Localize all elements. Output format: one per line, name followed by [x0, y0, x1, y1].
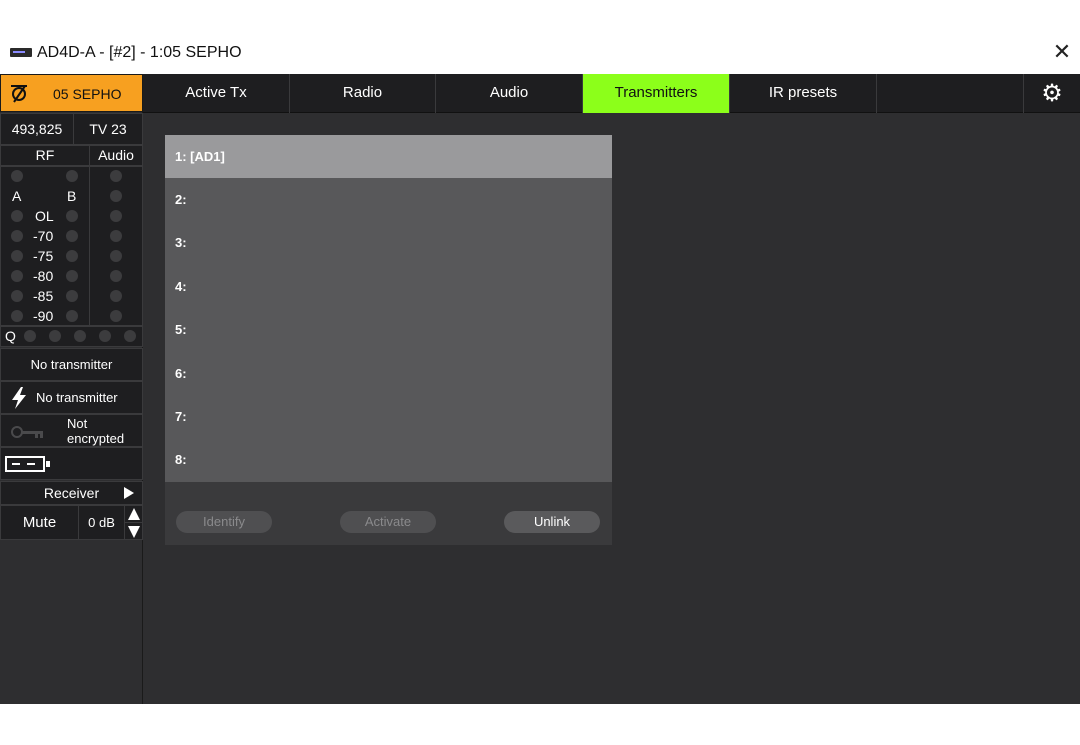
gain-up-button[interactable] — [124, 505, 143, 523]
tab-transmitters[interactable]: Transmitters — [583, 74, 730, 113]
battery-row — [0, 447, 143, 480]
tv-channel-display: TV 23 — [73, 113, 143, 145]
app-icon — [10, 48, 32, 57]
transmitter-slot-5[interactable]: 5: — [165, 308, 612, 351]
audio-led — [110, 210, 122, 222]
channel-header[interactable]: 05 SEPHO — [0, 74, 143, 112]
channel-sidebar: 05 SEPHO 493,825 TV 23 RF Audio A B OL -… — [0, 74, 143, 704]
rf-scale-label: -90 — [33, 308, 54, 324]
power-status-text: No transmitter — [36, 390, 118, 405]
transmitter-slot-8[interactable]: 8: — [165, 438, 612, 481]
transmitter-slot-6[interactable]: 6: — [165, 352, 612, 395]
rf-led — [66, 290, 78, 302]
rf-scale-label: OL — [35, 208, 54, 224]
quality-led — [124, 330, 136, 342]
tab-radio[interactable]: Radio — [290, 74, 436, 113]
rf-led — [66, 250, 78, 262]
rf-led — [11, 210, 23, 222]
rf-led — [11, 230, 23, 242]
gain-display: 0 dB — [78, 505, 125, 540]
rf-scale-label: -70 — [33, 228, 54, 244]
rf-scale-label: -80 — [33, 268, 54, 284]
rf-header: RF — [0, 145, 90, 166]
gain-down-button[interactable] — [124, 522, 143, 540]
arrow-down-icon — [128, 526, 140, 538]
mute-button[interactable]: Mute — [0, 505, 79, 540]
audio-header: Audio — [89, 145, 143, 166]
rf-led — [11, 290, 23, 302]
rf-led — [11, 250, 23, 262]
encryption-status-line2: encrypted — [67, 431, 125, 446]
rf-scale-label: -85 — [33, 288, 54, 304]
transmitter-slot-4[interactable]: 4: — [165, 265, 612, 308]
audio-led — [110, 270, 122, 282]
play-arrow-icon — [124, 487, 134, 499]
rf-led — [66, 170, 78, 182]
gear-icon: ⚙ — [1041, 79, 1063, 107]
audio-led — [110, 230, 122, 242]
transmitter-status: No transmitter — [0, 348, 143, 381]
battery-icon — [5, 456, 50, 472]
audio-led — [110, 310, 122, 322]
tab-bar: Active Tx Radio Audio Transmitters IR pr… — [143, 74, 1080, 113]
app-window: 05 SEPHO 493,825 TV 23 RF Audio A B OL -… — [0, 74, 1080, 704]
rf-led — [66, 230, 78, 242]
rf-scale-label: -75 — [33, 248, 54, 264]
antenna-a-label: A — [12, 188, 22, 204]
transmitter-slot-3[interactable]: 3: — [165, 221, 612, 264]
power-status-row: No transmitter — [0, 381, 143, 414]
identify-button[interactable]: Identify — [176, 511, 272, 533]
receiver-label: Receiver — [43, 485, 100, 501]
rf-led — [66, 270, 78, 282]
tab-active-tx[interactable]: Active Tx — [143, 74, 290, 113]
transmitter-list: 1: [AD1] 2: 3: 4: 5: 6: 7: 8: — [165, 135, 612, 482]
transmitter-slot-2[interactable]: 2: — [165, 178, 612, 221]
unlink-button[interactable]: Unlink — [504, 511, 600, 533]
transmitter-slot-7[interactable]: 7: — [165, 395, 612, 438]
no-signal-icon — [11, 85, 27, 103]
audio-led — [110, 250, 122, 262]
frequency-display[interactable]: 493,825 — [0, 113, 74, 145]
rf-led — [11, 170, 23, 182]
encryption-status-line1: Not — [67, 416, 88, 431]
rf-led — [11, 270, 23, 282]
audio-led — [110, 290, 122, 302]
rf-meter: A B OL -70 -75 -80 -85 -90 — [0, 166, 90, 326]
lightning-icon — [12, 387, 26, 409]
audio-led — [110, 170, 122, 182]
encryption-row: Not encrypted — [0, 414, 143, 447]
activate-button[interactable]: Activate — [340, 511, 436, 533]
antenna-b-label: B — [67, 188, 77, 204]
rf-led — [66, 310, 78, 322]
audio-meter — [89, 166, 143, 326]
transmitters-panel: 1: [AD1] 2: 3: 4: 5: 6: 7: 8: Identify A… — [165, 135, 612, 545]
audio-led — [110, 190, 122, 202]
key-icon — [11, 426, 43, 438]
close-button[interactable]: ✕ — [1050, 40, 1074, 66]
title-bar: AD4D-A - [#2] - 1:05 SEPHO ✕ — [0, 40, 1080, 70]
receiver-button[interactable]: Receiver — [0, 481, 143, 505]
transmitter-slot-1[interactable]: 1: [AD1] — [165, 135, 612, 178]
quality-label: Q — [5, 328, 16, 344]
rf-led — [11, 310, 23, 322]
quality-led — [24, 330, 36, 342]
channel-name: 05 SEPHO — [53, 86, 122, 102]
arrow-up-icon — [128, 508, 140, 520]
quality-led — [99, 330, 111, 342]
rf-led — [66, 210, 78, 222]
tab-ir-presets[interactable]: IR presets — [730, 74, 877, 113]
settings-button[interactable]: ⚙ — [1023, 74, 1080, 113]
quality-led — [49, 330, 61, 342]
window-title: AD4D-A - [#2] - 1:05 SEPHO — [37, 44, 242, 61]
quality-meter: Q — [0, 326, 143, 347]
tab-audio[interactable]: Audio — [436, 74, 583, 113]
quality-led — [74, 330, 86, 342]
